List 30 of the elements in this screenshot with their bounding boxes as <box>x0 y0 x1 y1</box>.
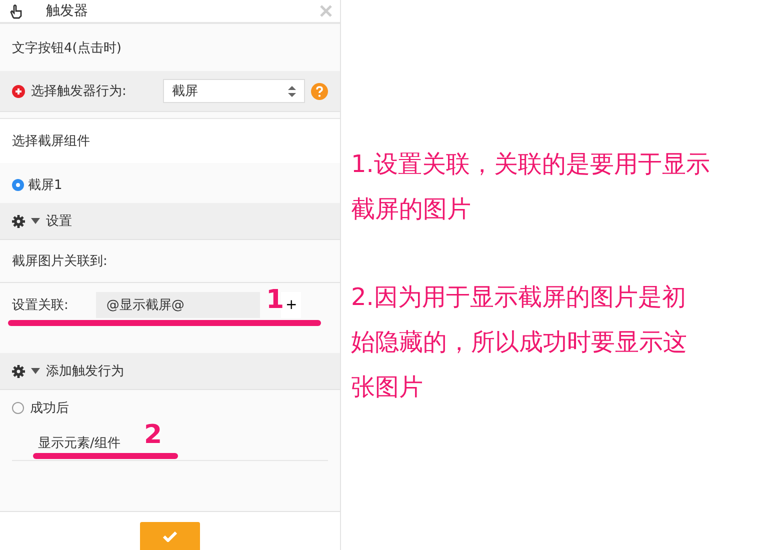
section-heading: 选择截屏组件 <box>12 133 90 150</box>
link-field[interactable]: @显示截屏@ <box>96 292 260 318</box>
confirm-button[interactable] <box>140 522 200 550</box>
gear-icon <box>12 364 25 378</box>
help-icon[interactable] <box>311 82 328 100</box>
hand-pointer-icon <box>8 3 24 19</box>
event-label: 成功后 <box>30 400 69 417</box>
gear-icon <box>12 214 25 228</box>
section-title: 设置 <box>46 213 72 230</box>
caret-icon[interactable] <box>31 218 40 224</box>
close-icon[interactable] <box>320 5 332 17</box>
behavior-select[interactable]: 截屏 <box>163 79 305 103</box>
annotation-note: 2.因为用于显示截屏的图片是初 始隐藏的，所以成功时要显示这 张图片 <box>351 282 688 403</box>
annotation-number: 2 <box>144 420 162 450</box>
link-label: 设置关联: <box>12 297 68 314</box>
section-title: 添加触发行为 <box>46 363 124 380</box>
sort-arrows-icon <box>288 86 296 96</box>
behavior-label: 选择触发器行为: <box>31 83 126 100</box>
radio-label: 截屏1 <box>28 177 62 194</box>
add-icon <box>12 84 25 98</box>
trigger-source-label: 文字按钮4(点击时) <box>12 40 122 56</box>
check-icon <box>163 530 177 542</box>
radio-button[interactable] <box>12 179 24 191</box>
annotation-note: 1.设置关联，关联的是要用于显示 截屏的图片 <box>351 149 710 225</box>
radio-button[interactable] <box>12 402 24 414</box>
caret-icon[interactable] <box>31 368 40 374</box>
subheading: 截屏图片关联到: <box>12 253 108 270</box>
add-button[interactable]: + <box>281 292 302 318</box>
panel-title: 触发器 <box>46 2 89 20</box>
action-label[interactable]: 显示元素/组件 <box>38 434 120 452</box>
